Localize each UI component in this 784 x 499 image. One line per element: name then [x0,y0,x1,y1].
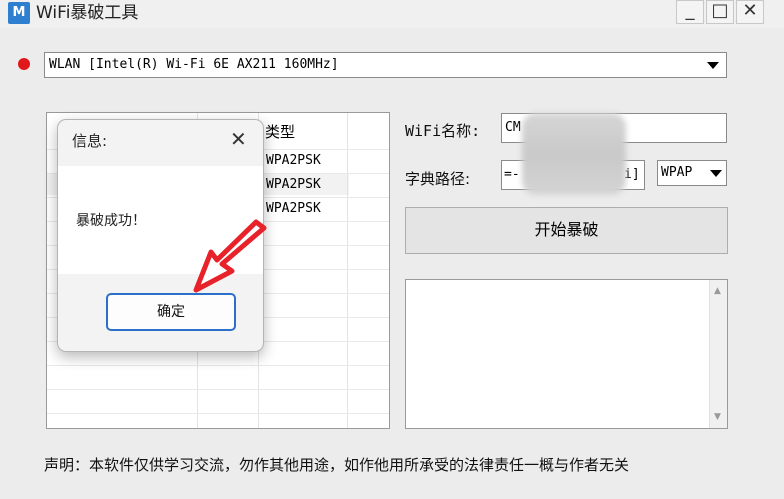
dict-path-value-end: i] [624,167,640,182]
column-header-type[interactable]: 类型 [265,121,295,142]
adapter-status-icon [18,58,30,70]
dialog-message: 暴破成功！ [76,213,146,229]
encryption-select-value: WPAP [661,165,693,180]
redaction-blur [522,113,626,195]
adapter-selected-value: WLAN [Intel(R) Wi-Fi 6E AX211 160MHz] [49,57,339,72]
scroll-up-icon[interactable]: ▲ [714,286,721,296]
start-crack-button[interactable]: 开始暴破 [405,207,728,254]
annotation-arrow-icon [193,219,267,293]
adapter-dropdown[interactable]: WLAN [Intel(R) Wi-Fi 6E AX211 160MHz] [44,52,727,78]
scroll-down-icon[interactable]: ▼ [714,412,721,422]
encryption-select[interactable]: WPAP [657,160,727,186]
chevron-down-icon[interactable] [707,62,719,69]
window-title: WiFi暴破工具 [36,3,139,23]
wifi-name-value: CM [505,120,521,135]
close-button[interactable]: ✕ [736,0,764,24]
column-divider [347,113,348,428]
disclaimer-text: 声明：本软件仅供学习交流，勿作其他用途，如作他用所承受的法律责任一概与作者无关 [44,456,630,474]
dialog-close-icon[interactable]: ✕ [230,128,247,150]
minimize-button[interactable]: _ [676,0,704,24]
row-divider [47,365,389,366]
dialog-title: 信息: [72,132,108,150]
table-cell-type: WPA2PSK [266,177,321,192]
dict-path-value-start: =- [504,167,520,182]
app-icon: M [8,2,30,24]
row-divider [47,389,389,390]
maximize-button[interactable]: □ [706,0,734,24]
wifi-name-label: WiFi名称: [405,122,481,140]
table-cell-type: WPA2PSK [266,153,321,168]
title-bar: M WiFi暴破工具 _ □ ✕ [0,0,784,28]
dict-path-label: 字典路径: [405,170,471,188]
log-scrollbar[interactable]: ▲ ▼ [709,280,727,428]
log-textarea[interactable]: ▲ ▼ [405,279,728,429]
row-divider [47,413,389,414]
chevron-down-icon[interactable] [710,170,722,177]
